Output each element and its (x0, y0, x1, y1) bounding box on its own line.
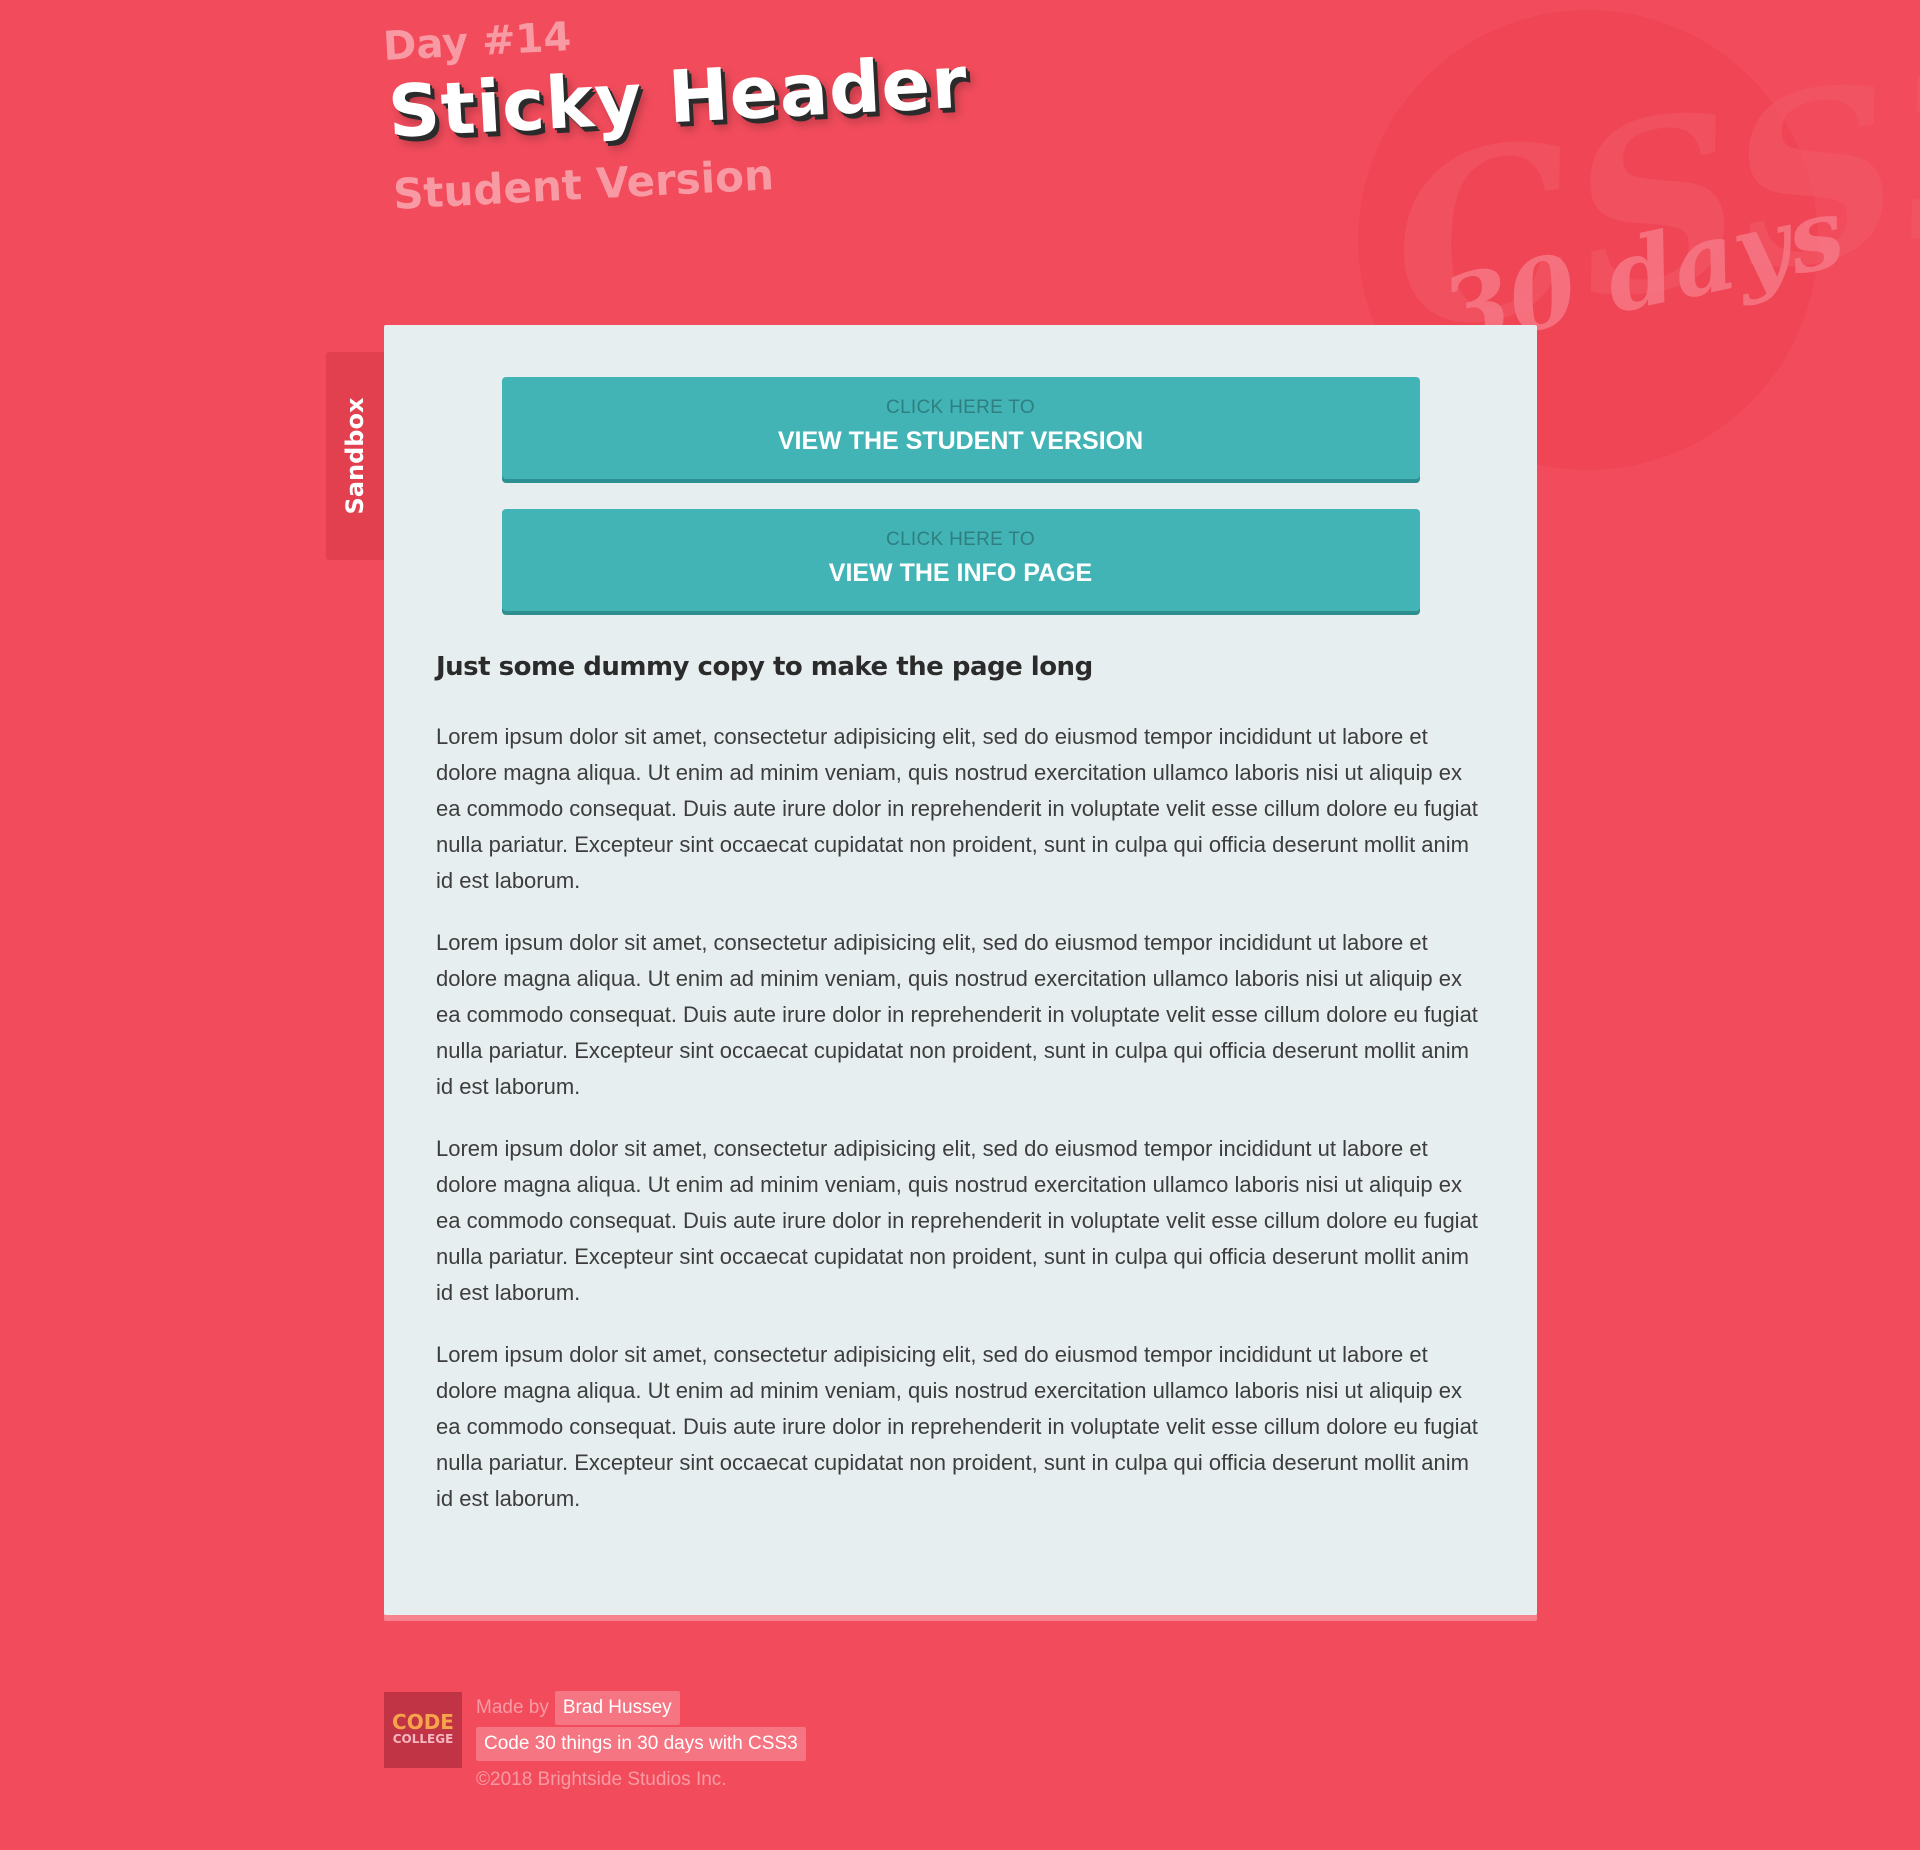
button-caption: CLICK HERE TO (886, 397, 1035, 418)
made-by-label: Made by (476, 1697, 549, 1718)
body-paragraph: Lorem ipsum dolor sit amet, consectetur … (436, 1136, 1478, 1305)
footer: Made by Brad Hussey Code 30 things in 30… (476, 1690, 806, 1798)
body-paragraph: Lorem ipsum dolor sit amet, consectetur … (436, 930, 1478, 1099)
footer-course-line: Code 30 things in 30 days with CSS3 (476, 1726, 806, 1762)
button-caption: CLICK HERE TO (886, 529, 1035, 550)
button-label: VIEW THE STUDENT VERSION (777, 427, 1144, 455)
author-link[interactable]: Brad Hussey (554, 1691, 680, 1725)
page-subtitle: Student Version (392, 150, 775, 219)
footer-made-by-line: Made by Brad Hussey (476, 1690, 806, 1726)
code-college-logo[interactable]: CODE COLLEGE (384, 1692, 462, 1768)
body-paragraph: Lorem ipsum dolor sit amet, consectetur … (436, 1342, 1478, 1511)
content-card: CLICK HERE TO VIEW THE STUDENT VERSION C… (384, 325, 1537, 1615)
sandbox-tab-label: Sandbox (341, 397, 369, 515)
course-link[interactable]: Code 30 things in 30 days with CSS3 (476, 1727, 806, 1761)
button-label: VIEW THE INFO PAGE (828, 559, 1093, 587)
body-paragraph: Lorem ipsum dolor sit amet, consectetur … (436, 724, 1478, 893)
footer-copyright-line: ©2018 Brightside Studios Inc. (476, 1762, 806, 1798)
sandbox-tab[interactable]: Sandbox (326, 352, 384, 560)
view-info-page-button[interactable]: CLICK HERE TO VIEW THE INFO PAGE (501, 509, 1420, 611)
section-heading: Just some dummy copy to make the page lo… (436, 652, 1093, 682)
copyright-text: ©2018 Brightside Studios Inc. (476, 1769, 727, 1790)
view-student-version-button[interactable]: CLICK HERE TO VIEW THE STUDENT VERSION (501, 377, 1420, 479)
logo-code-text: CODE (392, 1710, 454, 1734)
logo-college-text: COLLEGE (392, 1732, 454, 1746)
